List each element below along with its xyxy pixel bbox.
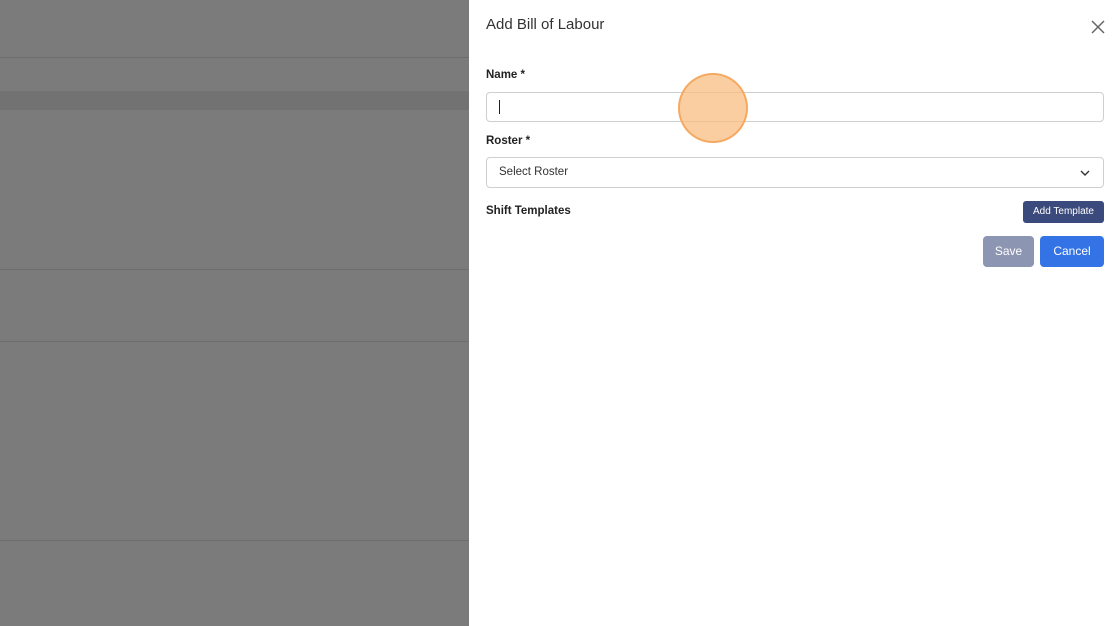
page-overlay[interactable] — [0, 0, 469, 626]
background-divider — [0, 57, 469, 58]
background-divider — [0, 540, 469, 541]
background-table-header — [0, 91, 469, 110]
background-divider — [0, 269, 469, 270]
drawer-title: Add Bill of Labour — [486, 16, 605, 33]
add-template-button[interactable]: Add Template — [1023, 201, 1104, 223]
close-icon — [1091, 20, 1105, 34]
chevron-down-icon — [1080, 170, 1090, 176]
name-label: Name * — [486, 69, 525, 81]
roster-select-value: Select Roster — [499, 166, 569, 178]
roster-label: Roster * — [486, 135, 531, 147]
name-input[interactable] — [486, 92, 1104, 122]
roster-select[interactable]: Select Roster — [486, 157, 1104, 188]
add-bill-of-labour-drawer: Add Bill of Labour Name * Roster * Selec… — [469, 0, 1120, 626]
background-divider — [0, 341, 469, 342]
cancel-button[interactable]: Cancel — [1040, 236, 1104, 267]
save-button[interactable]: Save — [983, 236, 1034, 267]
close-button[interactable] — [1089, 18, 1107, 36]
shift-templates-label: Shift Templates — [486, 205, 571, 217]
text-cursor — [499, 100, 500, 114]
